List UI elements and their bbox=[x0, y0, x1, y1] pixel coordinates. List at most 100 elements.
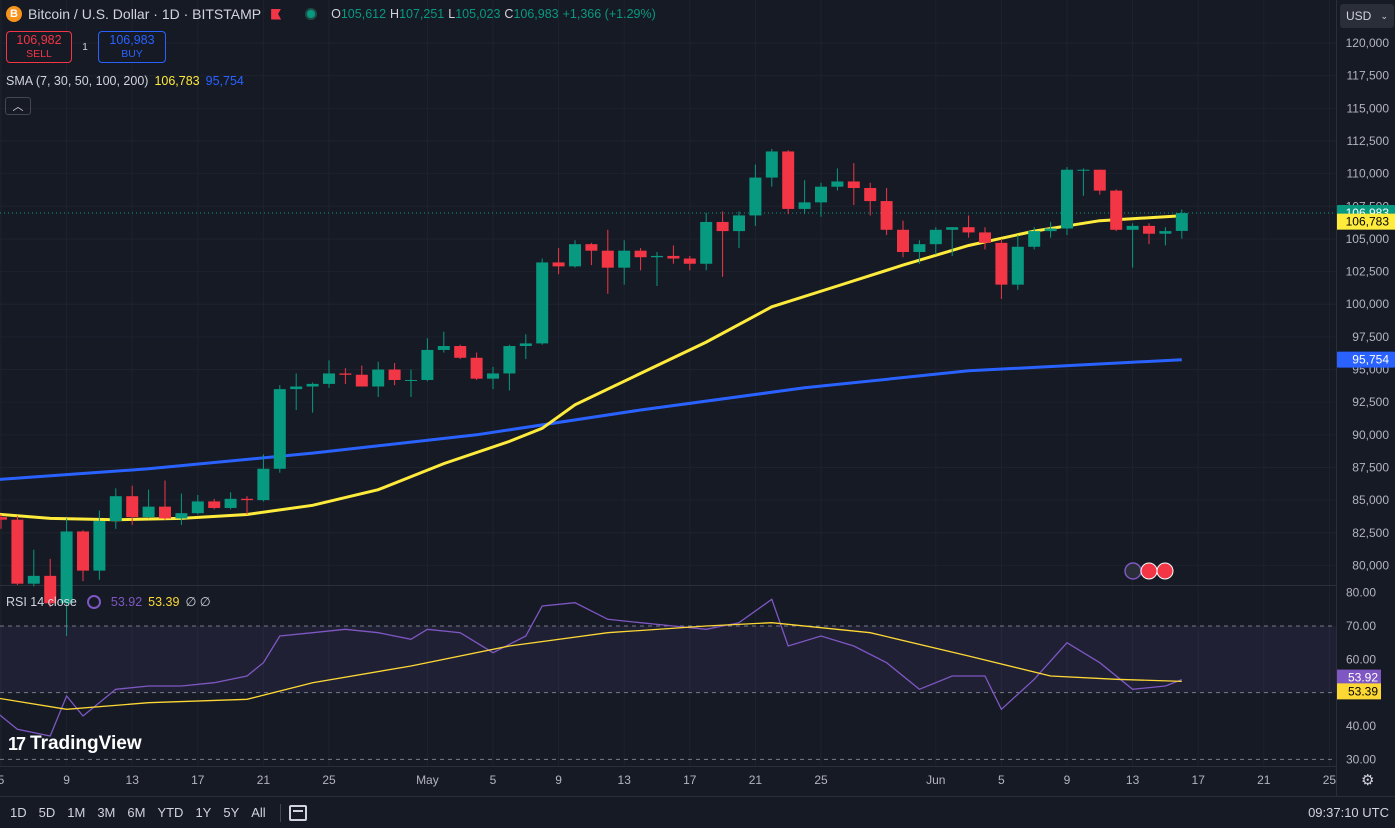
candle bbox=[421, 338, 434, 382]
time-tick-label: 9 bbox=[1064, 773, 1071, 787]
candle bbox=[634, 248, 647, 271]
price-tick-label: 100,000 bbox=[1346, 297, 1390, 311]
candle-body bbox=[667, 255, 680, 259]
candle bbox=[175, 493, 188, 525]
candle-body bbox=[815, 186, 827, 203]
calendar-icon[interactable] bbox=[288, 804, 307, 821]
candle-body bbox=[77, 531, 89, 571]
range-5d[interactable]: 5D bbox=[33, 805, 62, 820]
currency-select[interactable]: USD ⌄ bbox=[1340, 4, 1394, 28]
candle-body bbox=[306, 383, 319, 387]
range-1d[interactable]: 1D bbox=[4, 805, 33, 820]
candle bbox=[847, 163, 860, 205]
market-status-icon[interactable] bbox=[305, 8, 318, 20]
loading-icon bbox=[86, 594, 101, 609]
candle bbox=[487, 366, 499, 390]
time-tick-label: May bbox=[416, 773, 439, 787]
candle bbox=[405, 369, 417, 397]
candle bbox=[224, 492, 237, 510]
candle-body bbox=[733, 215, 745, 232]
candle-body bbox=[421, 349, 434, 380]
sma-legend[interactable]: SMA (7, 30, 50, 100, 200) 106,783 95,754 bbox=[6, 74, 244, 88]
price-tick-label: 82,500 bbox=[1352, 526, 1389, 540]
candle bbox=[273, 385, 286, 473]
candle bbox=[1011, 235, 1024, 290]
range-5y[interactable]: 5Y bbox=[217, 805, 245, 820]
price-axis: 120,000117,500115,000112,500110,000107,5… bbox=[1336, 0, 1395, 796]
candle-body bbox=[536, 262, 549, 344]
buy-button[interactable]: 106,983 BUY bbox=[98, 31, 166, 63]
ohlc-low: L105,023 bbox=[448, 7, 501, 21]
range-all[interactable]: All bbox=[245, 805, 271, 820]
rsi-legend[interactable]: RSI 14 close 53.92 53.39 ∅ ∅ bbox=[6, 594, 211, 609]
candle-body bbox=[995, 242, 1008, 285]
rsi-tick-label: 30.00 bbox=[1346, 752, 1376, 766]
candle-body bbox=[372, 369, 385, 387]
candle-body bbox=[1011, 246, 1024, 285]
rsi-tick-label: 40.00 bbox=[1346, 719, 1376, 733]
candle-body bbox=[765, 151, 778, 178]
rsi-value: 53.92 bbox=[110, 594, 143, 609]
candle-body bbox=[601, 250, 614, 268]
candle-body bbox=[1175, 213, 1188, 231]
sma-label: SMA (7, 30, 50, 100, 200) bbox=[6, 74, 149, 88]
time-tick-label: 9 bbox=[555, 773, 562, 787]
price-tick-label: 102,500 bbox=[1346, 265, 1390, 279]
time-tick-label: 25 bbox=[1323, 773, 1337, 787]
candle-body bbox=[11, 519, 24, 584]
candle-body bbox=[519, 343, 532, 347]
time-tick-label: 17 bbox=[191, 773, 205, 787]
time-tick-label: Jun bbox=[926, 773, 945, 787]
candle bbox=[1077, 168, 1090, 196]
time-tick-label: 21 bbox=[749, 773, 763, 787]
sell-button[interactable]: 106,982 SELL bbox=[6, 31, 72, 63]
price-tick-label: 117,500 bbox=[1347, 69, 1390, 83]
flag-icon[interactable] bbox=[271, 8, 282, 20]
candle bbox=[388, 363, 401, 386]
bitcoin-icon: B bbox=[6, 6, 22, 22]
collapse-indicators-button[interactable]: ︿ bbox=[5, 97, 31, 115]
candle-body bbox=[191, 501, 204, 514]
candle bbox=[11, 515, 24, 585]
price-chart[interactable]: 120,000117,500115,000112,500110,000107,5… bbox=[0, 0, 1395, 828]
currency-label: USD bbox=[1346, 9, 1372, 23]
candle-body bbox=[159, 506, 171, 519]
candle bbox=[585, 242, 598, 266]
rsi-tick-label: 60.00 bbox=[1346, 652, 1376, 666]
rsi-value-label: 53.92 bbox=[1348, 671, 1378, 685]
us-flag-event-icon bbox=[1140, 562, 1158, 580]
utc-clock[interactable]: 09:37:10 UTC bbox=[1308, 805, 1389, 820]
range-ytd[interactable]: YTD bbox=[151, 805, 189, 820]
range-1y[interactable]: 1Y bbox=[189, 805, 217, 820]
range-6m[interactable]: 6M bbox=[121, 805, 151, 820]
sma-value-fast: 106,783 bbox=[154, 74, 200, 88]
candle-body bbox=[979, 232, 991, 243]
candle-body bbox=[1093, 169, 1106, 191]
range-3m[interactable]: 3M bbox=[91, 805, 121, 820]
candle-body bbox=[864, 188, 877, 202]
range-1m[interactable]: 1M bbox=[61, 805, 91, 820]
candle bbox=[372, 361, 385, 397]
candle bbox=[864, 182, 877, 216]
symbol-header: B Bitcoin / U.S. Dollar · 1D · BITSTAMP … bbox=[6, 6, 656, 22]
candle-body bbox=[1110, 190, 1123, 230]
symbol-title[interactable]: Bitcoin / U.S. Dollar · 1D · BITSTAMP bbox=[28, 6, 261, 22]
rsi-pane bbox=[0, 598, 1336, 760]
ohlc-values: O105,612 H107,251 L105,023 C106,983 +1,3… bbox=[331, 7, 656, 21]
candle bbox=[1044, 221, 1057, 238]
candle bbox=[798, 180, 811, 215]
candle bbox=[470, 352, 483, 380]
ohlc-open: O105,612 bbox=[331, 7, 387, 21]
candle-body bbox=[569, 244, 581, 267]
candle-body bbox=[323, 373, 335, 384]
candle-body bbox=[749, 177, 762, 216]
candle-body bbox=[355, 374, 368, 387]
candle-body bbox=[962, 227, 975, 233]
gear-icon[interactable]: ⚙ bbox=[1361, 771, 1374, 789]
time-tick-label: 25 bbox=[814, 773, 828, 787]
candle bbox=[1093, 169, 1106, 195]
sell-price: 106,982 bbox=[16, 33, 62, 47]
candle bbox=[519, 334, 532, 360]
sell-label: SELL bbox=[26, 48, 52, 60]
candle bbox=[782, 150, 795, 215]
